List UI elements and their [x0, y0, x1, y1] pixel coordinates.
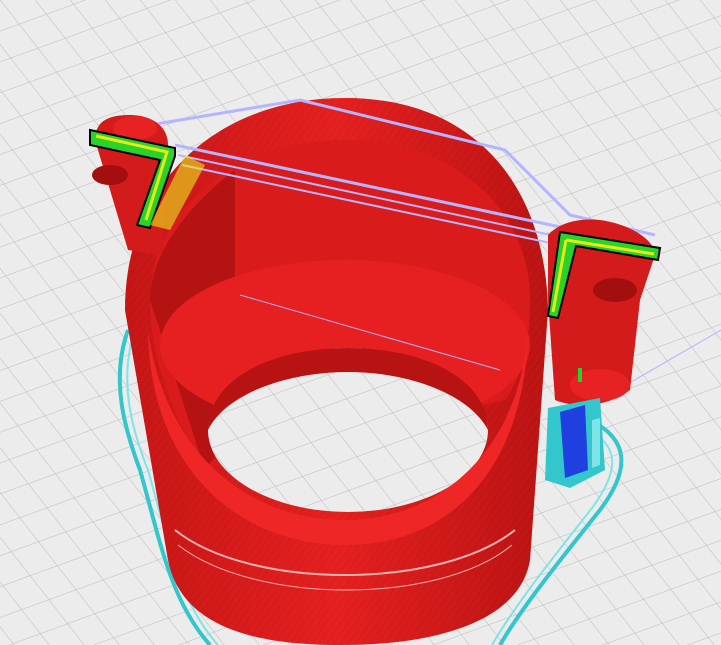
slicer-3d-viewport[interactable] [0, 0, 721, 645]
layer-preview-canvas[interactable] [0, 0, 721, 645]
support-structure [545, 398, 605, 488]
